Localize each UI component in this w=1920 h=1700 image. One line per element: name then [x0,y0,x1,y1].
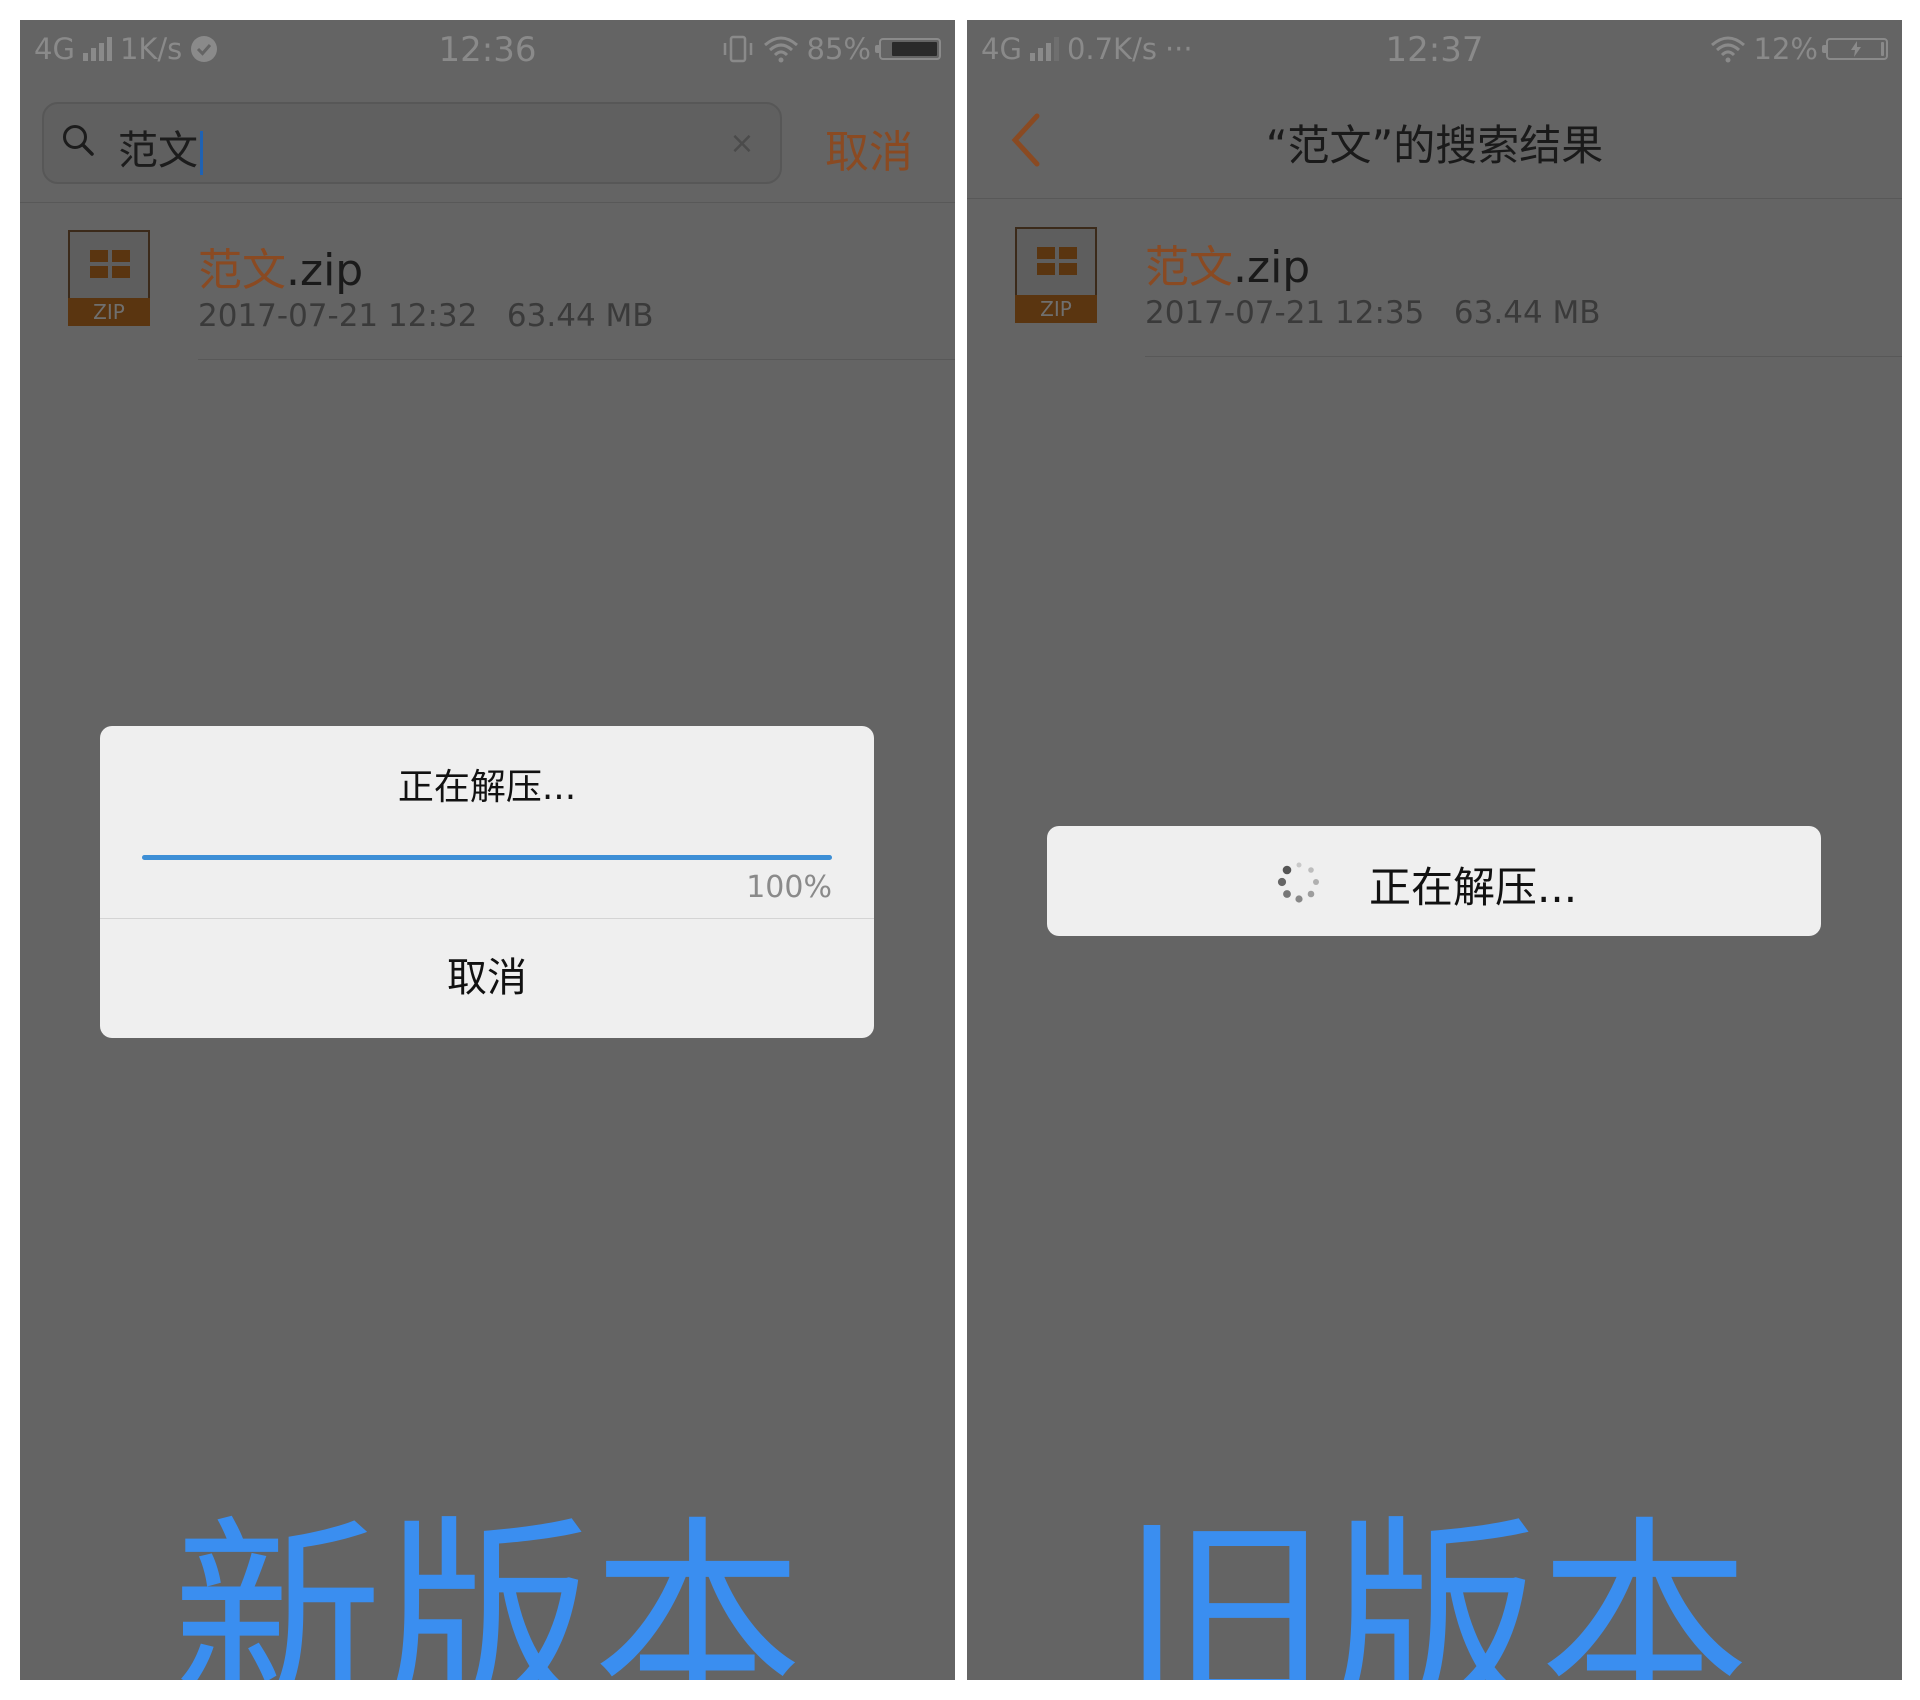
zip-label: ZIP [1015,295,1097,323]
status-bar: 4G 1K/s 12:36 85% [20,20,955,82]
old-version-screen: 4G 0.7K/s ··· 12:37 12% “范文”的搜索结果 ZIP 范文… [967,20,1902,1680]
old-version-caption: 旧版本 [1119,1498,1750,1681]
clear-icon[interactable]: × [720,122,764,166]
row-divider [1145,356,1902,357]
file-meta: 2017-07-21 12:35 63.44 MB [1145,295,1601,331]
file-date: 2017-07-21 12:32 [198,298,478,334]
toast-text: 正在解压... [1369,863,1578,912]
progress-bar [142,855,832,860]
search-cancel-button[interactable]: 取消 [825,116,913,180]
battery-charging-icon [1822,38,1888,60]
file-name-highlight: 范文 [1145,242,1233,293]
file-meta: 2017-07-21 12:32 63.44 MB [198,298,654,334]
battery-percent: 12% [1753,32,1818,66]
progress-percent: 100% [746,870,832,905]
progress-fill [142,855,832,860]
wifi-icon [1710,36,1745,63]
file-name: 范文.zip [1145,231,1310,295]
search-icon [63,125,94,156]
file-size: 63.44 MB [506,298,654,334]
new-version-screen: 4G 1K/s 12:36 85% 范文 × 取消 ZIP 范文.zip 201… [20,20,955,1680]
file-list-item[interactable]: ZIP 范文.zip 2017-07-21 12:32 63.44 MB [20,230,955,360]
file-name-extension: .zip [1233,242,1311,293]
file-date: 2017-07-21 12:35 [1145,295,1425,331]
loading-spinner-icon [1277,862,1319,903]
new-version-caption: 新版本 [172,1498,803,1681]
header-divider [967,198,1902,199]
extract-progress-dialog: 正在解压... 100% 取消 [100,726,874,1038]
battery-icon [875,38,941,60]
row-divider [198,359,955,360]
vibrate-icon [723,35,752,63]
file-name-highlight: 范文 [198,245,286,296]
search-input[interactable]: 范文 [118,118,203,176]
file-size: 63.44 MB [1453,295,1601,331]
status-bar: 4G 0.7K/s ··· 12:37 12% [967,20,1902,82]
zip-file-icon: ZIP [68,230,150,326]
search-query: 范文 [118,128,198,174]
text-caret [200,131,203,175]
dialog-title: 正在解压... [397,767,577,808]
zip-file-icon: ZIP [1015,227,1097,323]
wifi-icon [763,36,798,63]
battery-percent: 85% [806,32,871,66]
search-bar[interactable]: 范文 × [42,102,782,184]
extracting-toast: 正在解压... [1047,826,1821,936]
file-name-extension: .zip [286,245,364,296]
dialog-cancel-button[interactable]: 取消 [100,919,874,1038]
page-title: “范文”的搜索结果 [1265,121,1604,170]
file-list-item[interactable]: ZIP 范文.zip 2017-07-21 12:35 63.44 MB [967,227,1902,357]
header-divider [20,202,955,203]
zip-label: ZIP [68,298,150,326]
file-name: 范文.zip [198,234,363,298]
